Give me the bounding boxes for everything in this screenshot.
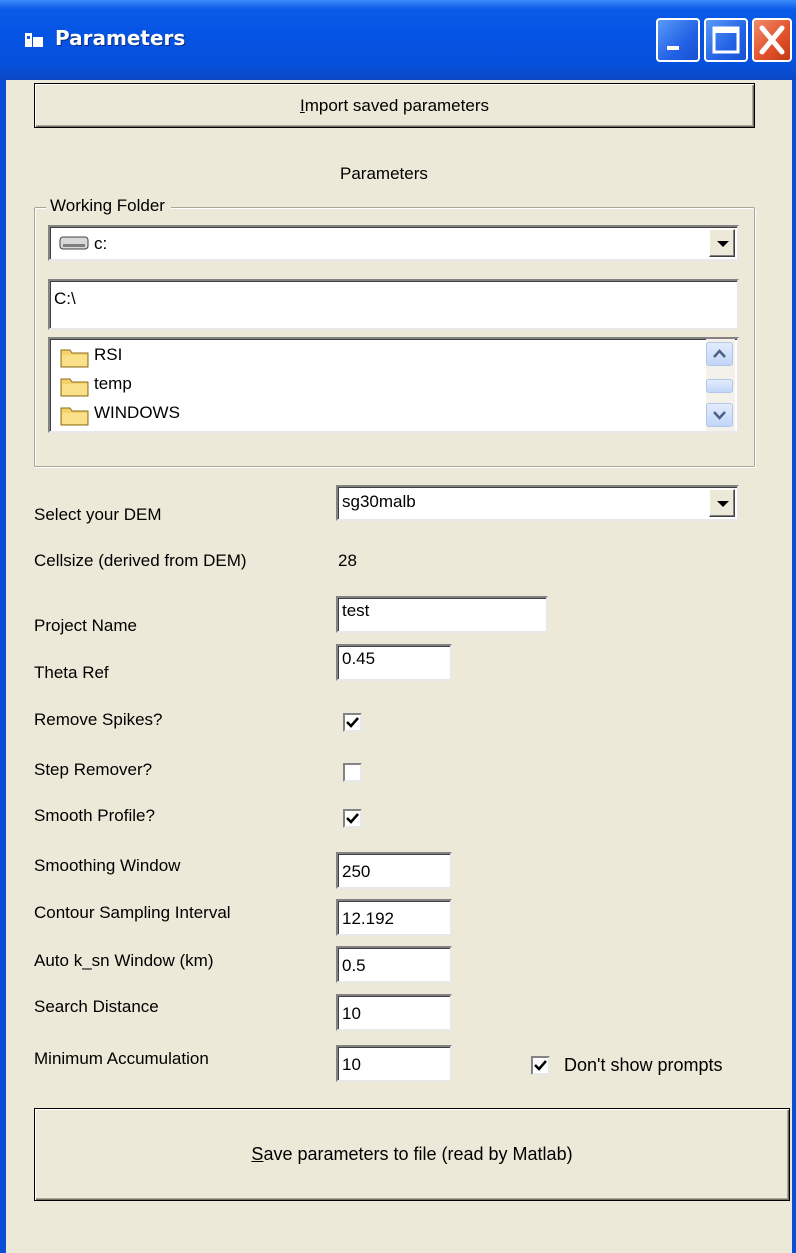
cellsize-label: Cellsize (derived from DEM) [34,551,247,570]
smoothing-window-label: Smoothing Window [34,856,181,875]
section-heading: Parameters [340,164,428,183]
min-accumulation-input[interactable]: 10 [336,1045,452,1082]
chevron-down-icon [713,411,726,420]
smooth-profile-checkbox[interactable] [343,809,362,828]
drive-value: c: [94,234,108,253]
close-button[interactable] [752,18,792,62]
folder-icon [60,349,89,368]
checkmark-icon [534,1060,547,1071]
contour-interval-label: Contour Sampling Interval [34,903,231,922]
scroll-thumb[interactable] [706,379,733,393]
project-name-label: Project Name [34,616,137,635]
dont-show-prompts-label[interactable]: Don't show prompts [564,1055,723,1076]
save-parameters-button[interactable]: Save parameters to file (read by Matlab) [34,1108,790,1201]
scroll-up-button[interactable] [706,342,733,366]
checkmark-icon [346,813,359,824]
remove-spikes-checkbox[interactable] [343,713,362,732]
scroll-down-button[interactable] [706,403,733,427]
app-icon [25,33,43,47]
dem-select[interactable]: sg30malb [336,485,739,521]
drive-dropdown-button[interactable] [709,229,735,257]
checkmark-icon [346,717,359,728]
dem-value: sg30malb [342,492,416,511]
step-remover-label: Step Remover? [34,760,153,779]
step-remover-checkbox[interactable] [343,763,362,782]
ksn-window-input[interactable]: 0.5 [336,946,452,983]
remove-spikes-label: Remove Spikes? [34,710,163,729]
list-item[interactable]: WINDOWS [60,399,660,427]
path-field[interactable]: C:\ [48,279,739,330]
working-folder-legend: Working Folder [46,196,171,216]
close-icon [759,25,785,55]
vertical-scrollbar[interactable] [706,339,735,431]
path-value: C:\ [54,289,76,308]
contour-interval-input[interactable]: 12.192 [336,899,452,936]
list-item[interactable]: temp [60,370,660,398]
ksn-window-label: Auto k_sn Window (km) [34,951,214,970]
folder-icon [60,378,89,397]
search-distance-input[interactable]: 10 [336,994,452,1031]
smooth-profile-label: Smooth Profile? [34,806,155,825]
dont-show-prompts-checkbox[interactable] [531,1056,550,1075]
search-distance-label: Search Distance [34,997,159,1016]
folder-icon [60,407,89,426]
title-bar[interactable]: Parameters [0,0,796,80]
chevron-up-icon [713,349,726,358]
project-name-input[interactable]: test [336,596,548,633]
theta-ref-label: Theta Ref [34,663,109,682]
minimize-icon [667,46,679,50]
smoothing-window-input[interactable]: 250 [336,852,452,889]
drive-icon [59,236,89,250]
maximize-button[interactable] [704,18,748,62]
maximize-icon [712,26,740,54]
theta-ref-input[interactable]: 0.45 [336,644,452,681]
min-accumulation-label-clip: Minimum Accumulation [34,1044,324,1078]
drive-select[interactable]: c: [48,225,739,261]
folder-list[interactable]: RSI temp WINDOWS [48,337,739,433]
list-item[interactable]: RSI [60,341,660,369]
dem-label: Select your DEM [34,505,162,524]
cellsize-value: 28 [338,551,357,570]
dem-dropdown-button[interactable] [709,489,735,517]
window-title: Parameters [55,26,186,50]
min-accumulation-label: Minimum Accumulation [34,1049,209,1068]
minimize-button[interactable] [656,18,700,62]
import-saved-parameters-button[interactable]: Import saved parameters [34,83,755,128]
